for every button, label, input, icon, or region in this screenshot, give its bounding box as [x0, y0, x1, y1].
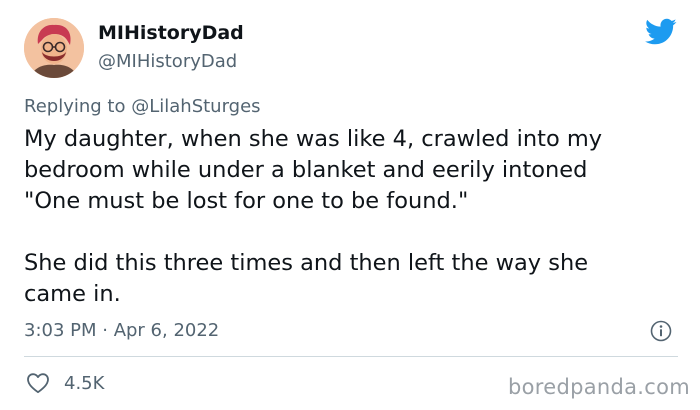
avatar[interactable] — [24, 18, 84, 78]
reply-mention-link[interactable]: @LilahSturges — [131, 96, 260, 117]
tweet-text: My daughter, when she was like 4, crawle… — [24, 126, 603, 307]
divider — [24, 356, 678, 357]
twitter-bird-icon[interactable] — [645, 18, 677, 46]
tweet-timestamp[interactable]: 3:03 PM · Apr 6, 2022 — [24, 320, 219, 341]
watermark: boredpanda.com — [508, 375, 691, 399]
reply-prefix: Replying to — [24, 96, 126, 117]
display-name[interactable]: MIHistoryDad — [98, 22, 244, 44]
info-icon[interactable] — [650, 320, 672, 342]
heart-icon[interactable] — [26, 372, 50, 394]
handle[interactable]: @MIHistoryDad — [98, 51, 237, 72]
like-count: 4.5K — [64, 373, 105, 394]
reply-context: Replying to @LilahSturges — [24, 96, 261, 117]
